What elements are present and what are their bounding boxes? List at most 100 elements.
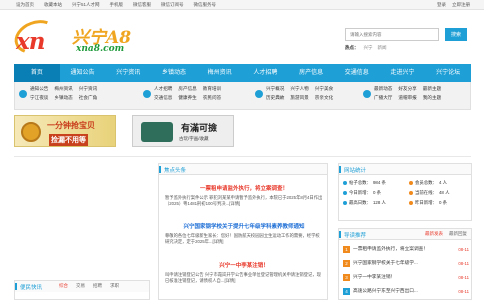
nav-notices[interactable]: 通知公告 <box>60 64 106 82</box>
nav-forum[interactable]: 兴宁论坛 <box>425 64 471 82</box>
stat-dot-icon <box>409 181 413 185</box>
tab-all[interactable]: 综合 <box>59 283 68 289</box>
subnav-link[interactable]: 兴宁美食 <box>315 86 333 92</box>
stat-dot-icon <box>409 191 413 195</box>
wechat-service-link[interactable]: 微信客服 <box>133 2 151 8</box>
subnav-link[interactable]: 通知公告 <box>30 86 48 92</box>
news-title[interactable]: 兴宁一中李某注销！ <box>165 261 323 269</box>
stat-cell: 昨日新增： 0 条 <box>409 200 471 206</box>
account-links: 登录 立即注册 <box>437 2 470 8</box>
stat-cell: 最高日数： 128 人 <box>343 200 405 206</box>
stat-cell: 当前在线： 48 人 <box>409 190 471 196</box>
top-bar: 设为首页 收藏本站 兴宁51人才网 手机版 微信客服 微信订阅号 微信服务号 登… <box>0 0 484 10</box>
panel-title: 导读推荐 <box>344 233 367 239</box>
panel-title: 焦点头条 <box>164 168 187 174</box>
news-item: 一票租申请监外执行，将立案调查！ 暂予监外执行案件公示 罪犯刘某某申请暂予监外执… <box>165 184 323 207</box>
subnav-group-culture: 兴宁概况 兴宁人物 兴宁美食 历史典故 旅游风景 宗亲文化 <box>255 86 333 101</box>
subnav-link[interactable]: 乡镇动态 <box>54 95 72 101</box>
banner-subtitle: 古玩/字画/收藏 <box>179 136 209 141</box>
nav-meizhou-news[interactable]: 梅州资讯 <box>197 64 243 82</box>
hot-item[interactable]: 新闻 <box>378 45 387 51</box>
list-item[interactable]: 3 兴宁一中李某注销！ 08-11 <box>343 271 469 283</box>
subnav-link[interactable]: 宗亲文化 <box>315 95 333 101</box>
subnav-link[interactable]: 好友分享 <box>398 86 416 92</box>
top-links: 设为首页 收藏本站 兴宁51人才网 手机版 微信客服 微信订阅号 微信服务号 <box>16 2 216 8</box>
nav-jobs[interactable]: 人才招聘 <box>243 64 289 82</box>
news-desc: 暂予监外执行案件公示 罪犯刘某某申请暂予监外执行，本院已于2025年8月4日作出… <box>165 195 323 206</box>
site-logo[interactable]: xn 兴宁A8 xna8.com <box>9 14 162 60</box>
subnav-link[interactable]: 兴宁概况 <box>266 86 284 92</box>
nav-realestate[interactable]: 房产信息 <box>288 64 334 82</box>
subnav-link[interactable]: 房产信息 <box>178 86 196 92</box>
stat-cell: 今日新增： 0 条 <box>343 190 405 196</box>
tab-jobseek[interactable]: 求职 <box>110 283 119 289</box>
antique-image <box>141 122 173 142</box>
sub-nav: 通知公告 梅州资讯 兴宁资讯 宁江夜谈 乡镇动态 社会广角 人才招聘 房产信息 … <box>14 82 471 110</box>
tab-trade[interactable]: 交易 <box>76 283 85 289</box>
life-icon <box>143 90 151 98</box>
subnav-link[interactable]: 教育培训 <box>203 86 221 92</box>
search-button[interactable]: 搜索 <box>445 28 467 41</box>
subnav-link[interactable]: 农民问答 <box>203 95 221 101</box>
subnav-link[interactable]: 社会广角 <box>79 95 97 101</box>
bookmark-link[interactable]: 收藏本站 <box>44 2 62 8</box>
subnav-link[interactable]: 我的主题 <box>423 95 441 101</box>
news-item: 兴宁一中李某注销！ 叫申请注销登记公告 兴宁市霞岚开学公告事业单位登记管理机关申… <box>165 261 323 284</box>
list-item[interactable]: 4 高速公路兴宁东至兴宁西出口... 08-11 <box>343 285 469 297</box>
mobile-link[interactable]: 手机版 <box>110 2 124 8</box>
hot-keywords: 热点： 兴宁 新闻 <box>345 45 387 51</box>
login-link[interactable]: 登录 <box>437 2 446 8</box>
panel-title: 便民快讯 <box>20 285 43 291</box>
banner-title: 一分钟抢宝贝 <box>47 121 95 130</box>
stat-cell: 帖子总数： 984 条 <box>343 180 405 186</box>
subnav-link[interactable]: 宁江夜谈 <box>30 95 48 101</box>
subnav-link[interactable]: 交通信息 <box>154 95 172 101</box>
subnav-link[interactable]: 兴宁资讯 <box>79 86 97 92</box>
news-title[interactable]: 一票租申请监外执行，将立案调查！ <box>165 184 323 192</box>
subnav-link[interactable]: 梅州资讯 <box>54 86 72 92</box>
panel-header: 网站统计 <box>339 164 471 175</box>
nav-township[interactable]: 乡镇动态 <box>151 64 197 82</box>
list-item[interactable]: 1 一票租申请监外执行，将立案调查！ 08-11 <box>343 243 469 255</box>
subnav-link[interactable]: 历史典故 <box>266 95 284 101</box>
subnav-link[interactable]: 最新动态 <box>374 86 392 92</box>
antique-banner[interactable]: 有滿可撿 古玩/字画/收藏 <box>132 115 234 147</box>
culture-icon <box>255 90 263 98</box>
nav-traffic[interactable]: 交通信息 <box>334 64 380 82</box>
wechat-subscribe-link[interactable]: 微信订阅号 <box>161 2 184 8</box>
subnav-group-news: 通知公告 梅州资讯 兴宁资讯 宁江夜谈 乡镇动态 社会广角 <box>19 86 97 101</box>
nav-xingning-news[interactable]: 兴宁资讯 <box>105 64 151 82</box>
news-desc: 尊敬的各位七年级新生家长：您好！国防航天校园园立生运动工作的需要，经学校研究决定… <box>165 233 320 244</box>
nav-home[interactable]: 首页 <box>14 64 60 82</box>
subnav-link[interactable]: 人才招聘 <box>154 86 172 92</box>
search-input[interactable] <box>345 28 439 41</box>
news-desc: 叫申请注销登记公告 兴宁市霞岚开学公告事业单位登记管理机关申请注销登记，现已核准… <box>165 272 321 283</box>
site-stats-panel: 网站统计 帖子总数： 984 条 会员总数： 4 人 今日新增： 0 条 当前在线： 4… <box>338 163 472 221</box>
treasure-banner[interactable]: 一分钟抢宝贝 捡漏不用等 <box>14 115 116 147</box>
logo-letters: xn <box>16 28 45 55</box>
nav-about-xingning[interactable]: 走进兴宁 <box>380 64 426 82</box>
subnav-link[interactable]: 最新主题 <box>423 86 441 92</box>
subnav-link[interactable]: 健康养生 <box>178 95 196 101</box>
set-homepage-link[interactable]: 设为首页 <box>16 2 34 8</box>
list-item[interactable]: 2 兴宁国家钢学校关于七年级学... 08-11 <box>343 257 469 269</box>
tab-latest-replies[interactable]: 最新回复 <box>449 231 467 237</box>
subnav-group-life: 人才招聘 房产信息 教育培训 交通信息 健康养生 农民问答 <box>143 86 221 101</box>
talent-link[interactable]: 兴宁51人才网 <box>72 2 100 8</box>
subnav-link[interactable]: 广播大厅 <box>374 95 392 101</box>
subnav-link[interactable]: 道帽审报 <box>398 95 416 101</box>
tab-latest-posts[interactable]: 最新发表 <box>425 231 443 237</box>
news-title[interactable]: 兴宁国家钢学校关于提升七年级学科素养教师通知 <box>165 222 323 230</box>
subnav-link[interactable]: 旅游风景 <box>290 95 308 101</box>
logo-domain: xna8.com <box>76 44 125 54</box>
wechat-service-account-link[interactable]: 微信服务号 <box>194 2 217 8</box>
tab-hiring[interactable]: 招聘 <box>93 283 102 289</box>
register-link[interactable]: 立即注册 <box>452 2 470 8</box>
subnav-link[interactable]: 兴宁人物 <box>290 86 308 92</box>
stat-cell: 会员总数： 4 人 <box>409 180 471 186</box>
news-icon <box>19 90 27 98</box>
news-item: 兴宁国家钢学校关于提升七年级学科素养教师通知 尊敬的各位七年级新生家长：您好！国… <box>165 222 323 245</box>
stat-dot-icon <box>343 181 347 185</box>
hot-item[interactable]: 兴宁 <box>364 45 373 51</box>
flash-news-panel: 便民快讯 综合 交易 招聘 求职 <box>14 280 150 300</box>
